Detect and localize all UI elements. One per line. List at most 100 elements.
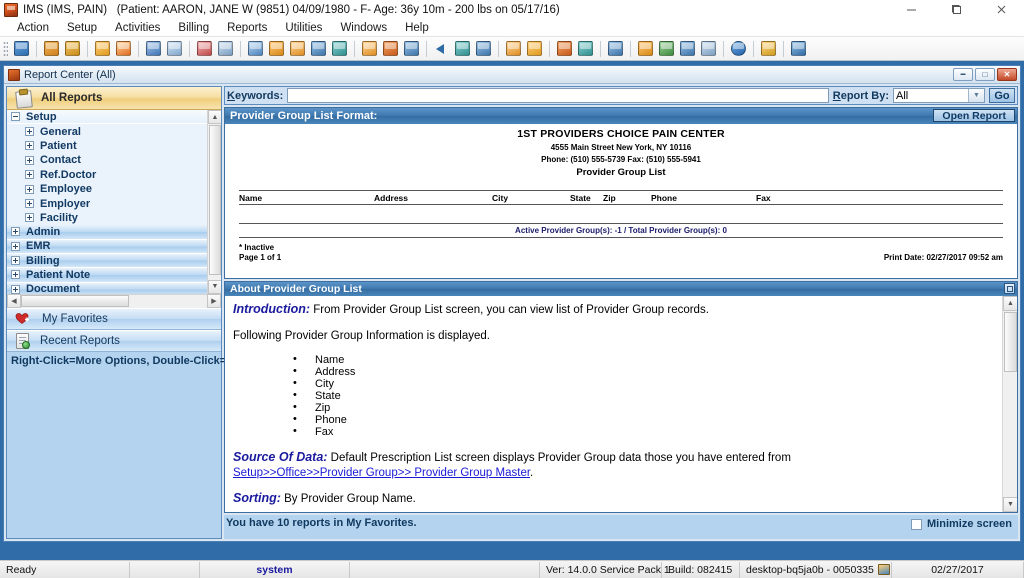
tree-scroll-up-button[interactable]: ▲ xyxy=(208,110,221,124)
menu-help[interactable]: Help xyxy=(396,22,438,34)
expand-icon[interactable] xyxy=(11,284,20,294)
recent-reports-button[interactable]: Recent Reports xyxy=(7,329,221,352)
outbox-icon[interactable] xyxy=(474,39,493,58)
print-icon[interactable] xyxy=(699,39,718,58)
menu-setup[interactable]: Setup xyxy=(58,22,106,34)
lab-flask-icon[interactable] xyxy=(165,39,184,58)
tree-node-employee[interactable]: Employee xyxy=(7,181,207,197)
tree-node-billing[interactable]: Billing xyxy=(7,253,207,269)
about-scroll-thumb[interactable] xyxy=(1004,312,1017,372)
about-source-link[interactable]: Setup>>Office>>Provider Group>> Provider… xyxy=(233,467,530,479)
minimize-screen-checkbox[interactable] xyxy=(911,518,923,530)
document-icon[interactable] xyxy=(216,39,235,58)
payment-icon[interactable] xyxy=(246,39,265,58)
toolbar-grip[interactable] xyxy=(3,41,8,56)
checkin-icon[interactable] xyxy=(381,39,400,58)
reports-tree[interactable]: Setup General Patient Contact Ref.Doctor Empl… xyxy=(7,110,207,294)
close-window-button[interactable] xyxy=(979,0,1024,19)
fax-icon[interactable] xyxy=(678,39,697,58)
tree-vertical-scrollbar[interactable]: ▲ ▼ xyxy=(207,110,221,294)
tree-node-facility[interactable]: Facility xyxy=(7,210,207,226)
inbox-icon[interactable] xyxy=(453,39,472,58)
billing-gear-icon[interactable] xyxy=(267,39,286,58)
statement-icon[interactable] xyxy=(330,39,349,58)
expand-icon[interactable] xyxy=(11,227,20,237)
tree-scroll-thumb[interactable] xyxy=(209,125,221,275)
all-reports-header[interactable]: All Reports xyxy=(7,87,221,110)
minimize-screen-control[interactable]: Minimize screen xyxy=(911,518,1012,530)
about-expand-button[interactable] xyxy=(1004,283,1015,294)
mis-reports-icon[interactable] xyxy=(606,39,625,58)
menu-reports[interactable]: Reports xyxy=(218,22,276,34)
open-report-button[interactable]: Open Report xyxy=(933,109,1015,122)
expand-icon[interactable] xyxy=(11,270,20,280)
collapse-icon[interactable] xyxy=(11,112,20,122)
tree-node-document[interactable]: Document xyxy=(7,282,207,294)
transfer-icon[interactable] xyxy=(657,39,676,58)
main-toolbar xyxy=(0,37,1024,61)
tree-node-setup[interactable]: Setup xyxy=(7,110,207,125)
tree-node-patient[interactable]: Patient xyxy=(7,138,207,154)
menu-windows[interactable]: Windows xyxy=(331,22,396,34)
exit-icon[interactable] xyxy=(789,39,808,58)
tree-node-patient-note[interactable]: Patient Note xyxy=(7,268,207,283)
prescription-icon[interactable] xyxy=(144,39,163,58)
tree-hscroll-thumb[interactable] xyxy=(21,295,129,307)
report-editor-icon[interactable] xyxy=(525,39,544,58)
patient-note-icon[interactable] xyxy=(195,39,214,58)
immunization-icon[interactable] xyxy=(636,39,655,58)
patient-edit-icon[interactable] xyxy=(42,39,61,58)
chevron-down-icon[interactable]: ▼ xyxy=(968,89,984,102)
tree-node-emr[interactable]: EMR xyxy=(7,239,207,254)
lock-icon[interactable] xyxy=(759,39,778,58)
expand-icon[interactable] xyxy=(11,256,20,266)
expand-icon[interactable] xyxy=(25,141,34,151)
tree-node-employer[interactable]: Employer xyxy=(7,196,207,211)
menu-billing[interactable]: Billing xyxy=(169,22,218,34)
tree-node-admin[interactable]: Admin xyxy=(7,225,207,240)
menu-activities[interactable]: Activities xyxy=(106,22,169,34)
reports-icon[interactable] xyxy=(504,39,523,58)
go-button[interactable]: Go xyxy=(989,88,1015,103)
tree-scroll-down-button[interactable]: ▼ xyxy=(208,279,221,294)
about-scroll-down-button[interactable]: ▼ xyxy=(1003,497,1017,512)
expand-icon[interactable] xyxy=(25,155,34,165)
tree-horizontal-scrollbar[interactable]: ◀ ▶ xyxy=(7,293,221,308)
report-center-restore-button[interactable]: □ xyxy=(975,68,995,81)
appointment-icon[interactable] xyxy=(402,39,421,58)
report-center-minimize-button[interactable]: ━ xyxy=(953,68,973,81)
ledger-icon[interactable] xyxy=(309,39,328,58)
report-center-close-button[interactable]: ✕ xyxy=(997,68,1017,81)
back-arrow-icon[interactable] xyxy=(432,39,451,58)
expand-icon[interactable] xyxy=(25,213,34,223)
expand-icon[interactable] xyxy=(25,184,34,194)
open-folder-icon[interactable] xyxy=(93,39,112,58)
expand-icon[interactable] xyxy=(25,170,34,180)
scheduler-grid-icon[interactable] xyxy=(360,39,379,58)
report-by-dropdown[interactable]: All ▼ xyxy=(893,88,985,103)
menu-action[interactable]: Action xyxy=(8,22,58,34)
expand-icon[interactable] xyxy=(11,241,20,251)
practice-summary-icon[interactable] xyxy=(576,39,595,58)
menu-utilities[interactable]: Utilities xyxy=(276,22,331,34)
help-icon[interactable] xyxy=(729,39,748,58)
edit-note-icon[interactable] xyxy=(114,39,133,58)
expand-icon[interactable] xyxy=(25,199,34,209)
tree-scroll-left-button[interactable]: ◀ xyxy=(7,294,21,308)
about-vertical-scrollbar[interactable]: ▲ ▼ xyxy=(1002,296,1017,512)
keywords-input[interactable] xyxy=(287,88,829,103)
graph-icon[interactable] xyxy=(555,39,574,58)
tree-hscroll-track[interactable] xyxy=(21,294,207,308)
my-favorites-button[interactable]: My Favorites xyxy=(7,307,221,330)
tree-scroll-right-button[interactable]: ▶ xyxy=(207,294,221,308)
maximize-window-button[interactable] xyxy=(934,0,979,19)
minimize-window-button[interactable] xyxy=(889,0,934,19)
tree-node-general[interactable]: General xyxy=(7,124,207,139)
patient-checklist-icon[interactable] xyxy=(63,39,82,58)
expand-icon[interactable] xyxy=(25,127,34,137)
about-scroll-up-button[interactable]: ▲ xyxy=(1003,296,1017,311)
tree-node-contact[interactable]: Contact xyxy=(7,153,207,168)
patient-icon[interactable] xyxy=(12,39,31,58)
tree-node-ref-doctor[interactable]: Ref.Doctor xyxy=(7,167,207,182)
claims-icon[interactable] xyxy=(288,39,307,58)
